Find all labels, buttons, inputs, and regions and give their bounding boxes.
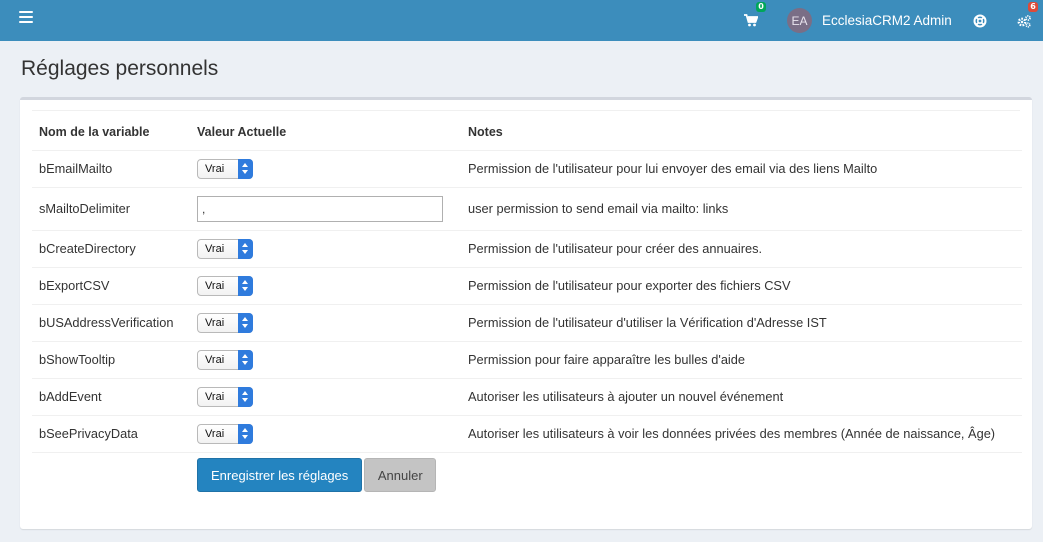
select-arrows-icon — [238, 423, 253, 444]
value-select[interactable]: Vrai — [197, 158, 253, 179]
variable-name: bSeePrivacyData — [32, 415, 190, 453]
column-header-value: Valeur Actuelle — [190, 114, 461, 151]
delimiter-input[interactable]: , — [197, 195, 443, 222]
variable-note: Permission de l'utilisateur pour exporte… — [461, 267, 1022, 305]
user-menu[interactable]: EA EcclesiaCRM2 Admin — [787, 0, 952, 41]
select-arrows-icon — [238, 312, 253, 333]
value-select[interactable]: Vrai — [197, 238, 253, 259]
select-value: Vrai — [205, 353, 225, 366]
user-name: EcclesiaCRM2 Admin — [822, 13, 952, 28]
column-header-name: Nom de la variable — [32, 114, 190, 151]
table-row: bShowTooltip Vrai Permission pour faire … — [32, 341, 1022, 379]
top-navbar: 0 EA EcclesiaCRM2 Admin 6 — [0, 0, 1043, 41]
select-value: Vrai — [205, 162, 225, 175]
page-title: Réglages personnels — [21, 57, 219, 80]
help-button[interactable] — [973, 0, 987, 41]
avatar: EA — [787, 8, 812, 33]
select-arrows-icon — [238, 386, 253, 407]
cart-icon — [744, 14, 758, 27]
table-row: sMailtoDelimiter , user permission to se… — [32, 187, 1022, 231]
divider — [32, 110, 1020, 111]
settings-table: Nom de la variable Valeur Actuelle Notes… — [32, 114, 1022, 453]
variable-name: bShowTooltip — [32, 341, 190, 379]
value-select[interactable]: Vrai — [197, 312, 253, 333]
column-header-notes: Notes — [461, 114, 1022, 151]
variable-name: bExportCSV — [32, 267, 190, 305]
select-arrows-icon — [238, 275, 253, 296]
value-cell: Vrai — [190, 267, 461, 305]
save-settings-button[interactable]: Enregistrer les réglages — [197, 458, 363, 492]
gears-icon — [1017, 14, 1031, 28]
variable-note: Autoriser les utilisateurs à ajouter un … — [461, 378, 1022, 416]
value-cell: Vrai — [190, 150, 461, 188]
select-value: Vrai — [205, 427, 225, 440]
select-arrows-icon — [238, 238, 253, 259]
variable-note: Autoriser les utilisateurs à voir les do… — [461, 415, 1022, 453]
variable-note: Permission pour faire apparaître les bul… — [461, 341, 1022, 379]
table-row: bUSAddressVerification Vrai Permission d… — [32, 304, 1022, 342]
table-row: bEmailMailto Vrai Permission de l'utilis… — [32, 150, 1022, 188]
value-select[interactable]: Vrai — [197, 423, 253, 444]
value-cell: Vrai — [190, 304, 461, 342]
table-row: bAddEvent Vrai Autoriser les utilisateur… — [32, 378, 1022, 416]
variable-note: Permission de l'utilisateur pour créer d… — [461, 230, 1022, 268]
select-value: Vrai — [205, 390, 225, 403]
value-cell: Vrai — [190, 415, 461, 453]
settings-box: Nom de la variable Valeur Actuelle Notes… — [20, 97, 1032, 529]
life-ring-icon — [973, 14, 987, 27]
cart-count-badge: 0 — [756, 2, 766, 12]
variable-note: Permission de l'utilisateur d'utiliser l… — [461, 304, 1022, 342]
select-value: Vrai — [205, 279, 225, 292]
menu-toggle-icon[interactable] — [19, 11, 33, 23]
table-row: bCreateDirectory Vrai Permission de l'ut… — [32, 230, 1022, 268]
variable-name: sMailtoDelimiter — [32, 187, 190, 231]
variable-name: bUSAddressVerification — [32, 304, 190, 342]
select-value: Vrai — [205, 242, 225, 255]
variable-name: bAddEvent — [32, 378, 190, 416]
variable-name: bEmailMailto — [32, 150, 190, 188]
settings-button[interactable]: 6 — [1017, 0, 1038, 41]
variable-note: user permission to send email via mailto… — [461, 187, 1022, 231]
cancel-button[interactable]: Annuler — [364, 458, 437, 492]
cart-button[interactable]: 0 — [744, 0, 766, 41]
variable-note: Permission de l'utilisateur pour lui env… — [461, 150, 1022, 188]
value-cell: , — [190, 187, 461, 231]
select-arrows-icon — [238, 158, 253, 179]
table-row: bExportCSV Vrai Permission de l'utilisat… — [32, 267, 1022, 305]
table-row: bSeePrivacyData Vrai Autoriser les utili… — [32, 415, 1022, 453]
value-select[interactable]: Vrai — [197, 349, 253, 370]
select-value: Vrai — [205, 316, 225, 329]
select-arrows-icon — [238, 349, 253, 370]
form-actions: Enregistrer les réglages Annuler — [197, 458, 437, 492]
value-select[interactable]: Vrai — [197, 275, 253, 296]
table-header-row: Nom de la variable Valeur Actuelle Notes — [32, 114, 1022, 151]
variable-name: bCreateDirectory — [32, 230, 190, 268]
settings-count-badge: 6 — [1028, 2, 1038, 12]
value-cell: Vrai — [190, 341, 461, 379]
value-cell: Vrai — [190, 230, 461, 268]
value-select[interactable]: Vrai — [197, 386, 253, 407]
value-cell: Vrai — [190, 378, 461, 416]
